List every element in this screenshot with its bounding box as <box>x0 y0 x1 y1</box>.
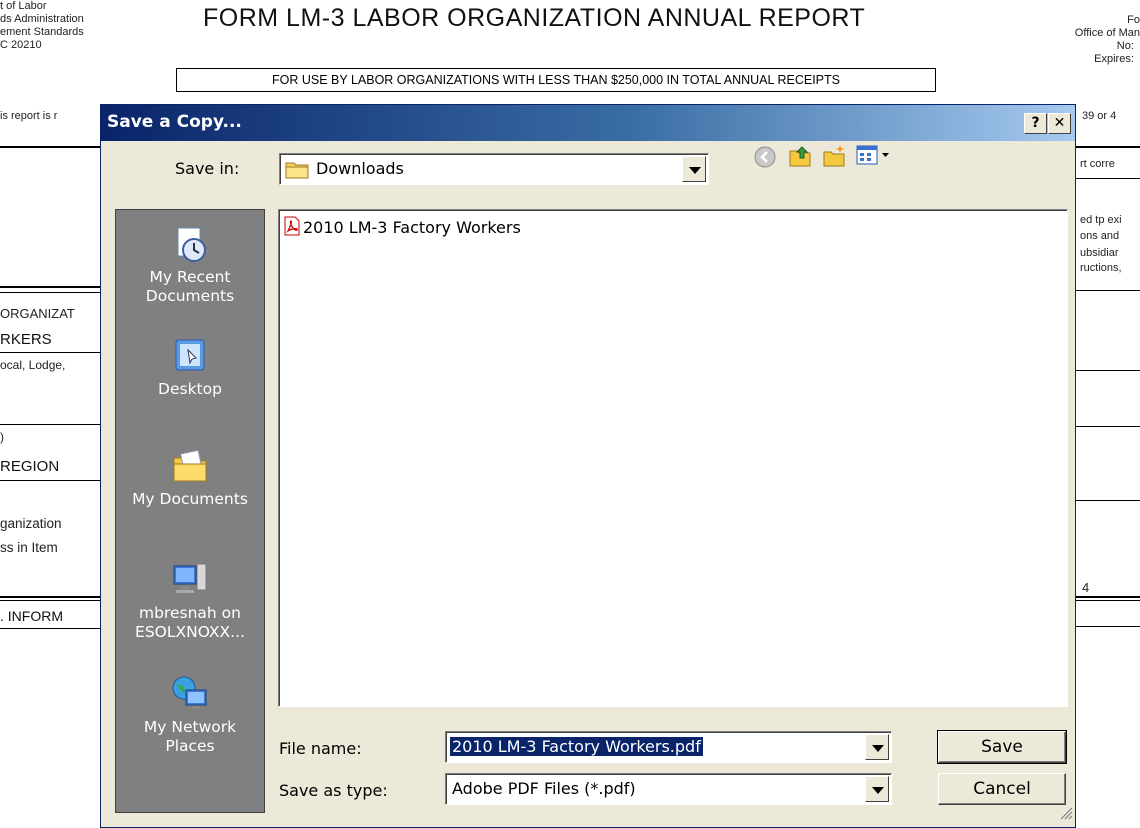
file-name-value: 2010 LM-3 Factory Workers.pdf <box>450 737 703 756</box>
divider <box>1076 146 1140 148</box>
my-documents-icon <box>170 446 210 486</box>
right-fragment: ed tp exi <box>1080 214 1122 226</box>
save-as-type-label: Save as type: <box>279 781 388 800</box>
org-name: RKERS <box>0 331 52 348</box>
save-in-value: Downloads <box>316 159 404 178</box>
place-label: My Documents <box>132 490 248 508</box>
divider <box>0 424 100 425</box>
file-name-label: File name: <box>279 739 362 758</box>
up-folder-icon[interactable] <box>787 143 813 174</box>
save-in-label: Save in: <box>175 159 240 178</box>
right-fragment: ubsidiar <box>1080 247 1119 259</box>
divider <box>0 628 100 629</box>
form-subtitle: FOR USE BY LABOR ORGANIZATIONS WITH LESS… <box>176 68 936 92</box>
help-button[interactable]: ? <box>1024 113 1047 134</box>
place-label: mbresnah on ESOLXNOXX... <box>135 604 245 641</box>
right-fragment: ructions, <box>1080 262 1122 274</box>
save-as-type-dropdown[interactable]: Adobe PDF Files (*.pdf) <box>445 773 892 805</box>
item-text: ss in Item <box>0 540 58 555</box>
place-network-drive[interactable]: mbresnah on ESOLXNOXX... <box>116 560 264 642</box>
chevron-down-icon[interactable] <box>682 156 706 182</box>
desktop-icon <box>170 336 210 376</box>
save-in-dropdown[interactable]: Downloads <box>279 153 709 185</box>
new-folder-icon[interactable] <box>821 143 847 174</box>
divider <box>0 480 100 481</box>
place-label: My Recent Documents <box>145 268 235 305</box>
place-desktop[interactable]: Desktop <box>116 336 264 399</box>
save-as-type-value: Adobe PDF Files (*.pdf) <box>452 779 636 798</box>
file-name-value-wrap: 2010 LM-3 Factory Workers.pdf <box>450 737 703 756</box>
instruction-text-right: 39 or 4 <box>1082 110 1117 122</box>
back-icon[interactable] <box>753 145 777 174</box>
divider <box>1076 426 1140 427</box>
chevron-down-icon[interactable] <box>865 734 889 760</box>
cancel-button[interactable]: Cancel <box>938 773 1066 805</box>
omb-header: Fo Office of Man No: Expires: <box>1074 14 1140 65</box>
divider <box>1076 500 1140 501</box>
divider <box>1076 290 1140 291</box>
right-fragment: ons and <box>1080 230 1120 242</box>
pdf-icon <box>283 216 301 240</box>
divider <box>0 352 100 353</box>
divider <box>1076 370 1140 371</box>
place-label: My Network Places <box>143 718 237 755</box>
divider <box>0 292 100 293</box>
paren-label: ) <box>0 430 4 444</box>
divider <box>1076 600 1140 601</box>
places-bar: My Recent Documents Desktop My Documents… <box>115 209 265 813</box>
divider <box>0 286 100 288</box>
views-menu-icon[interactable] <box>855 143 893 172</box>
resize-grip-icon[interactable] <box>1059 806 1073 825</box>
divider <box>0 600 100 601</box>
form-title: FORM LM-3 LABOR ORGANIZATION ANNUAL REPO… <box>203 4 866 32</box>
close-button[interactable]: ✕ <box>1048 113 1071 134</box>
network-places-icon <box>170 674 210 714</box>
org-label: ORGANIZAT <box>0 306 75 321</box>
right-fragment: rt corre <box>1080 158 1115 170</box>
local-label: ocal, Lodge, <box>0 358 66 372</box>
org-text: ganization <box>0 516 62 531</box>
place-network-places[interactable]: My Network Places <box>116 674 264 756</box>
instruction-text: is report is r <box>0 110 58 122</box>
file-name-input[interactable]: 2010 LM-3 Factory Workers.pdf <box>445 731 892 763</box>
divider <box>0 146 100 148</box>
dialog-titlebar[interactable]: Save a Copy... ? ✕ <box>101 105 1075 141</box>
place-my-documents[interactable]: My Documents <box>116 446 264 509</box>
place-recent-documents[interactable]: My Recent Documents <box>116 224 264 306</box>
divider <box>0 596 100 598</box>
divider <box>1076 178 1140 179</box>
chevron-down-icon[interactable] <box>865 776 889 802</box>
right-fragment: 4 <box>1082 580 1090 595</box>
divider <box>1076 596 1140 598</box>
recent-documents-icon <box>170 224 210 264</box>
file-name: 2010 LM-3 Factory Workers <box>303 218 521 237</box>
info-heading: . INFORM <box>0 608 63 624</box>
file-list[interactable]: 2010 LM-3 Factory Workers <box>278 209 1068 707</box>
place-label: Desktop <box>158 380 222 398</box>
save-a-copy-dialog: Save a Copy... ? ✕ Save in: Downloads My… <box>100 104 1076 828</box>
agency-header: t of Labor ds Administration ement Stand… <box>0 0 84 51</box>
divider <box>1076 626 1140 627</box>
region-label: REGION <box>0 458 60 475</box>
network-drive-icon <box>170 560 210 600</box>
dialog-title: Save a Copy... <box>107 112 242 132</box>
save-button[interactable]: Save <box>937 730 1067 764</box>
folder-icon <box>285 160 309 184</box>
file-item[interactable]: 2010 LM-3 Factory Workers <box>283 216 521 240</box>
